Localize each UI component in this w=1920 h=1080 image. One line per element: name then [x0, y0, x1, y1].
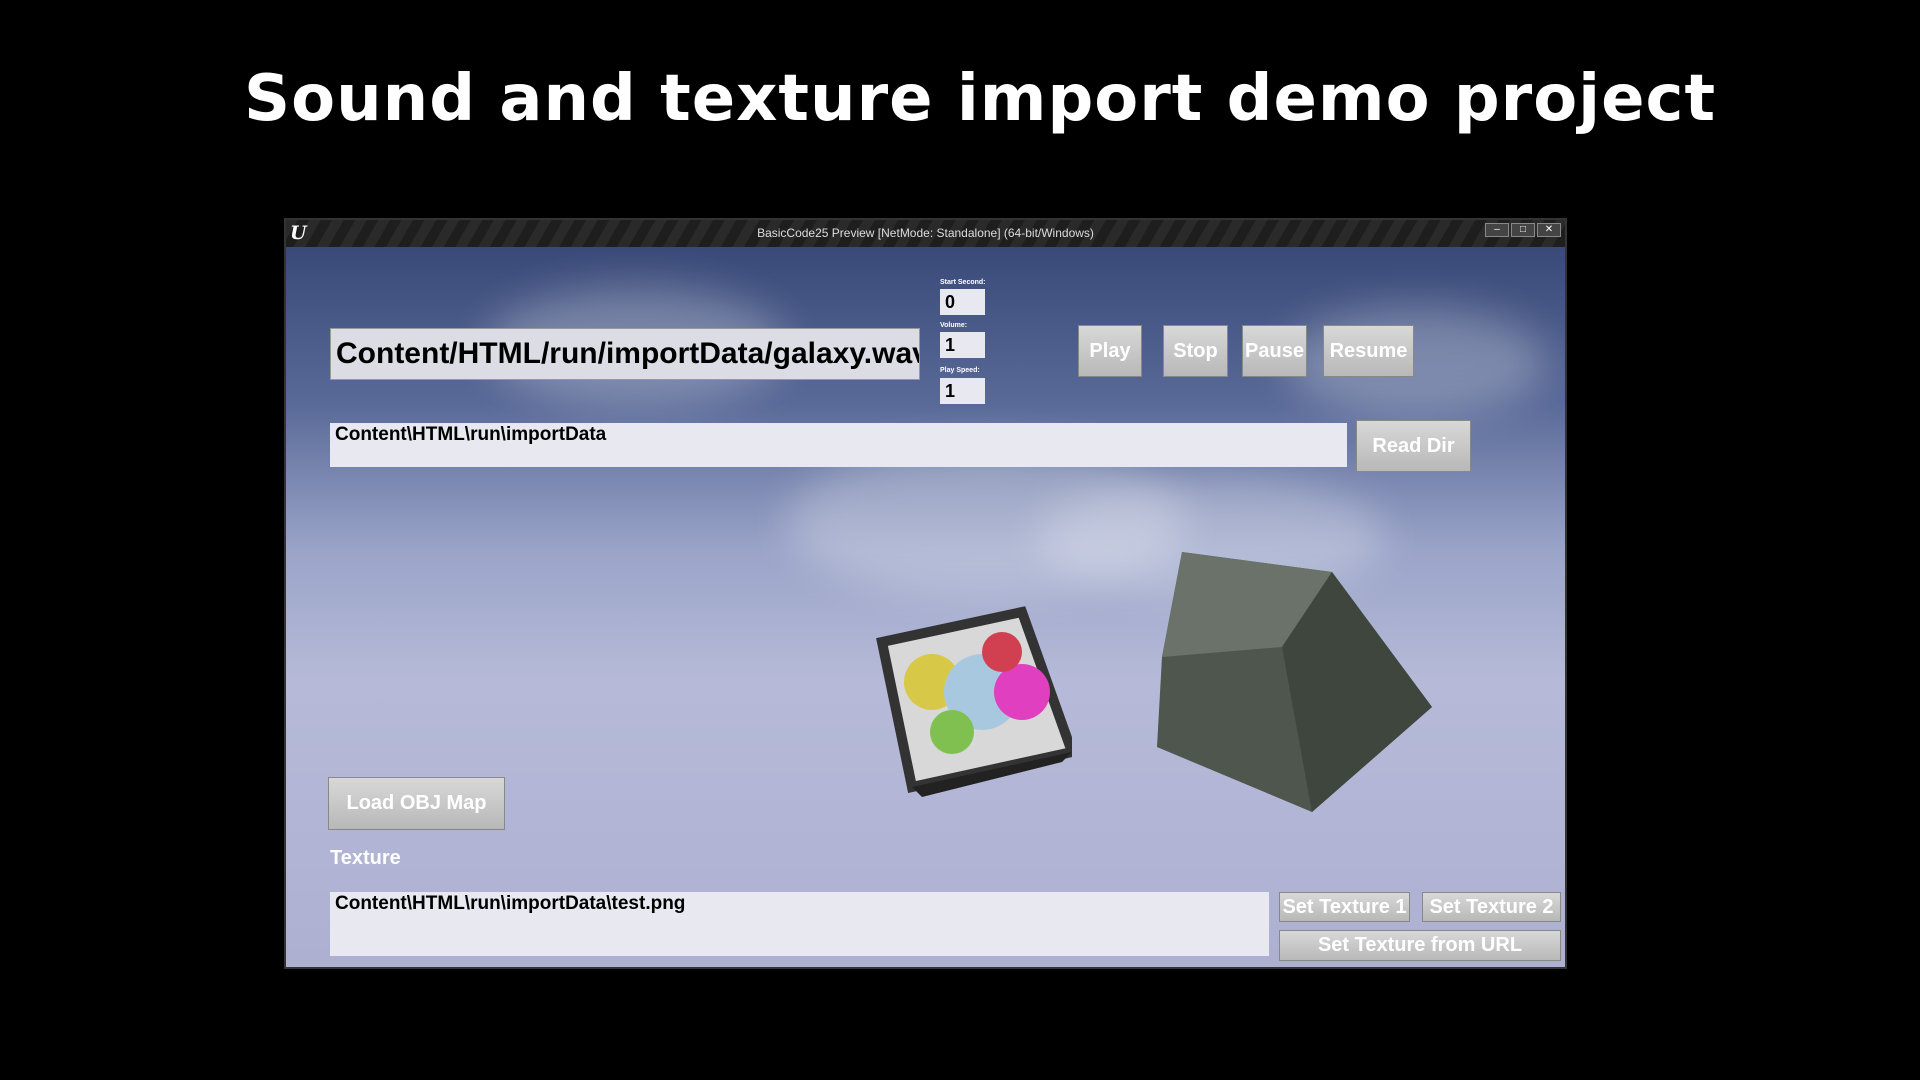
volume-label: Volume:: [940, 322, 968, 329]
window-title: BasicCode25 Preview [NetMode: Standalone…: [757, 226, 1094, 240]
set-texture-from-url-button[interactable]: Set Texture from URL: [1279, 930, 1561, 961]
texture-label: Texture: [330, 847, 401, 869]
game-viewport: Content/HTML/run/importData/galaxy.wav S…: [286, 247, 1565, 967]
slide-title: Sound and texture import demo project: [244, 62, 1717, 136]
play-speed-input[interactable]: 1: [940, 378, 985, 404]
close-button[interactable]: ✕: [1537, 223, 1561, 237]
unreal-logo-icon: U: [290, 222, 307, 244]
stop-button[interactable]: Stop: [1163, 325, 1228, 377]
resume-button[interactable]: Resume: [1323, 325, 1414, 377]
pause-button[interactable]: Pause: [1242, 325, 1307, 377]
maximize-button[interactable]: □: [1511, 223, 1535, 237]
directory-input[interactable]: Content\HTML\run\importData: [330, 423, 1347, 467]
minimize-button[interactable]: –: [1485, 223, 1509, 237]
texture-path-input[interactable]: Content\HTML\run\importData\test.png: [330, 892, 1269, 956]
set-texture-2-button[interactable]: Set Texture 2: [1422, 892, 1561, 922]
textured-cube-stone: [1152, 547, 1432, 817]
start-second-label: Start Second:: [940, 279, 986, 286]
title-bar[interactable]: U BasicCode25 Preview [NetMode: Standalo…: [286, 220, 1565, 247]
game-window: U BasicCode25 Preview [NetMode: Standalo…: [284, 218, 1567, 969]
textured-cube-painted: [872, 582, 1079, 802]
audio-file-input[interactable]: Content/HTML/run/importData/galaxy.wav: [330, 328, 920, 380]
volume-input[interactable]: 1: [940, 332, 985, 358]
start-second-input[interactable]: 0: [940, 289, 985, 315]
play-speed-label: Play Speed:: [940, 367, 980, 374]
load-obj-map-button[interactable]: Load OBJ Map: [328, 777, 505, 830]
play-button[interactable]: Play: [1078, 325, 1142, 377]
read-dir-button[interactable]: Read Dir: [1356, 420, 1471, 472]
set-texture-1-button[interactable]: Set Texture 1: [1279, 892, 1410, 922]
